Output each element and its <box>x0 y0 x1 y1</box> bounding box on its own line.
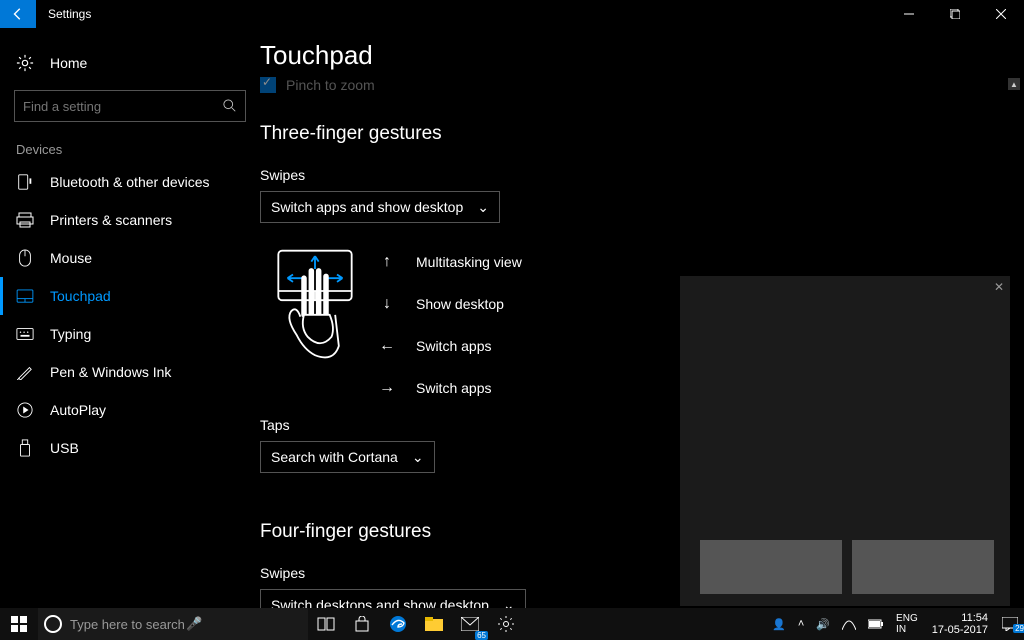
touchpad-gesture-illustration <box>260 241 370 396</box>
sidebar-item-label: Mouse <box>50 250 92 266</box>
sidebar-item-bluetooth[interactable]: Bluetooth & other devices <box>0 163 260 201</box>
checkbox-checked-icon <box>260 77 276 93</box>
sidebar-item-touchpad[interactable]: Touchpad <box>0 277 260 315</box>
sidebar-item-label: USB <box>50 440 79 456</box>
arrow-left-icon: ← <box>376 337 398 355</box>
three-finger-taps-dropdown[interactable]: Search with Cortana ⌄ <box>260 441 435 473</box>
touchpad-icon <box>16 287 34 305</box>
printer-icon <box>16 211 34 229</box>
gesture-right-row: → Switch apps <box>376 367 522 409</box>
sidebar-item-printers[interactable]: Printers & scanners <box>0 201 260 239</box>
action-tile[interactable] <box>700 540 842 594</box>
task-view-button[interactable] <box>308 608 344 640</box>
people-icon[interactable]: 👤 <box>766 618 792 631</box>
settings-search[interactable] <box>14 90 246 122</box>
sidebar-item-mouse[interactable]: Mouse <box>0 239 260 277</box>
gesture-left-row: ← Switch apps <box>376 325 522 367</box>
gesture-down-row: ↓ Show desktop <box>376 283 522 325</box>
clock[interactable]: 11:54 17-05-2017 <box>924 612 996 636</box>
back-button[interactable] <box>0 0 36 28</box>
network-icon[interactable] <box>836 618 862 630</box>
pinch-zoom-checkbox-row[interactable]: Pinch to zoom <box>260 77 1024 93</box>
arrow-up-icon: ↑ <box>376 253 398 271</box>
settings-taskbar-icon[interactable] <box>488 608 524 640</box>
sidebar: Home Devices Bluetooth & other devices P… <box>0 28 260 608</box>
gesture-label: Show desktop <box>416 296 504 312</box>
pen-icon <box>16 363 34 381</box>
maximize-button[interactable] <box>932 0 978 28</box>
gesture-label: Switch apps <box>416 380 491 396</box>
volume-icon[interactable]: 🔊 <box>810 618 836 631</box>
taskbar-search-placeholder: Type here to search <box>70 617 186 632</box>
cortana-icon <box>44 615 62 633</box>
sidebar-item-label: AutoPlay <box>50 402 106 418</box>
action-tile[interactable] <box>852 540 994 594</box>
close-icon[interactable]: ✕ <box>994 280 1004 294</box>
dropdown-value: Switch apps and show desktop <box>271 199 463 215</box>
edge-icon[interactable] <box>380 608 416 640</box>
mic-icon[interactable]: 🎤 <box>186 616 302 632</box>
autoplay-icon <box>16 401 34 419</box>
notification-panel: ✕ <box>680 276 1010 606</box>
swipes-label: Swipes <box>260 167 1024 183</box>
arrow-down-icon: ↓ <box>376 295 398 313</box>
home-label: Home <box>50 55 87 71</box>
gear-icon <box>16 54 34 72</box>
sidebar-item-label: Printers & scanners <box>50 212 172 228</box>
battery-icon[interactable] <box>862 619 890 629</box>
keyboard-icon <box>16 325 34 343</box>
scrollbar[interactable]: ▲ <box>1008 78 1022 598</box>
gesture-up-row: ↑ Multitasking view <box>376 241 522 283</box>
usb-icon <box>16 439 34 457</box>
checkbox-label: Pinch to zoom <box>286 77 375 93</box>
window-title: Settings <box>48 7 91 21</box>
home-nav[interactable]: Home <box>0 46 260 80</box>
tray-chevron-icon[interactable]: ˄ <box>792 618 810 630</box>
bluetooth-icon <box>16 173 34 191</box>
sidebar-item-label: Pen & Windows Ink <box>50 364 171 380</box>
taskbar-search[interactable]: Type here to search 🎤 <box>38 608 308 640</box>
chevron-down-icon: ⌄ <box>503 597 515 609</box>
sidebar-item-autoplay[interactable]: AutoPlay <box>0 391 260 429</box>
gesture-label: Multitasking view <box>416 254 522 270</box>
arrow-right-icon: → <box>376 379 398 397</box>
four-finger-swipes-dropdown[interactable]: Switch desktops and show desktop ⌄ <box>260 589 526 608</box>
chevron-down-icon: ⌄ <box>412 449 424 466</box>
start-button[interactable] <box>0 608 38 640</box>
mail-icon[interactable]: 65 <box>452 608 488 640</box>
settings-search-input[interactable] <box>23 99 223 114</box>
section-header: Devices <box>0 136 260 163</box>
explorer-icon[interactable] <box>416 608 452 640</box>
mouse-icon <box>16 249 34 267</box>
taskbar: Type here to search 🎤 65 👤 ˄ 🔊 ENG IN 11… <box>0 608 1024 640</box>
dropdown-value: Switch desktops and show desktop <box>271 597 489 608</box>
search-icon <box>223 99 237 113</box>
sidebar-item-label: Touchpad <box>50 288 111 304</box>
mail-badge: 65 <box>475 631 488 640</box>
dropdown-value: Search with Cortana <box>271 449 398 465</box>
action-center-icon[interactable]: 29 <box>996 617 1024 631</box>
sidebar-item-typing[interactable]: Typing <box>0 315 260 353</box>
chevron-down-icon: ⌄ <box>477 199 489 216</box>
action-badge: 29 <box>1013 624 1024 633</box>
language-indicator[interactable]: ENG IN <box>890 613 924 635</box>
sidebar-item-usb[interactable]: USB <box>0 429 260 467</box>
close-button[interactable] <box>978 0 1024 28</box>
gesture-label: Switch apps <box>416 338 491 354</box>
store-icon[interactable] <box>344 608 380 640</box>
three-finger-heading: Three-finger gestures <box>260 123 1024 145</box>
scroll-up-button[interactable]: ▲ <box>1008 78 1020 90</box>
sidebar-item-label: Bluetooth & other devices <box>50 174 210 190</box>
sidebar-item-pen[interactable]: Pen & Windows Ink <box>0 353 260 391</box>
minimize-button[interactable] <box>886 0 932 28</box>
three-finger-swipes-dropdown[interactable]: Switch apps and show desktop ⌄ <box>260 191 500 223</box>
page-title: Touchpad <box>260 40 1024 71</box>
sidebar-item-label: Typing <box>50 326 91 342</box>
